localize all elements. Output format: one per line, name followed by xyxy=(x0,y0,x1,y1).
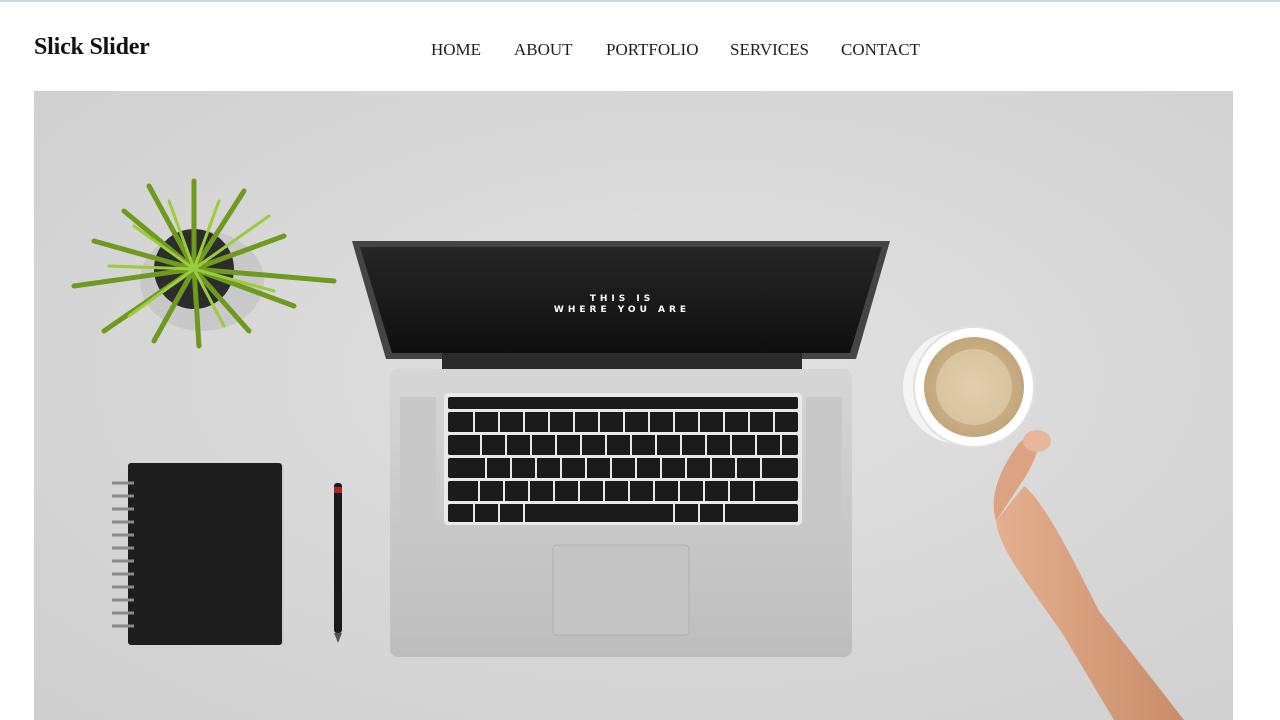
nav-item-services[interactable]: SERVICES xyxy=(730,40,809,60)
pen-icon xyxy=(334,483,342,643)
notebook-icon xyxy=(112,463,284,645)
main-nav: HOME ABOUT PORTFOLIO SERVICES CONTACT xyxy=(0,40,1280,64)
site-header: Slick Slider HOME ABOUT PORTFOLIO SERVIC… xyxy=(0,2,1280,91)
laptop-icon: THIS IS WHERE YOU ARE xyxy=(352,241,890,657)
svg-text:THIS IS: THIS IS xyxy=(590,294,654,304)
coffee-cup-icon xyxy=(901,326,1035,448)
nav-item-about[interactable]: ABOUT xyxy=(514,40,573,60)
nav-item-contact[interactable]: CONTACT xyxy=(841,40,920,60)
image-slider[interactable]: THIS IS WHERE YOU ARE xyxy=(34,91,1233,720)
nav-item-portfolio[interactable]: PORTFOLIO xyxy=(606,40,699,60)
nav-item-home[interactable]: HOME xyxy=(431,40,481,60)
slide-image: THIS IS WHERE YOU ARE xyxy=(34,91,1233,720)
svg-text:WHERE YOU ARE: WHERE YOU ARE xyxy=(554,305,690,315)
